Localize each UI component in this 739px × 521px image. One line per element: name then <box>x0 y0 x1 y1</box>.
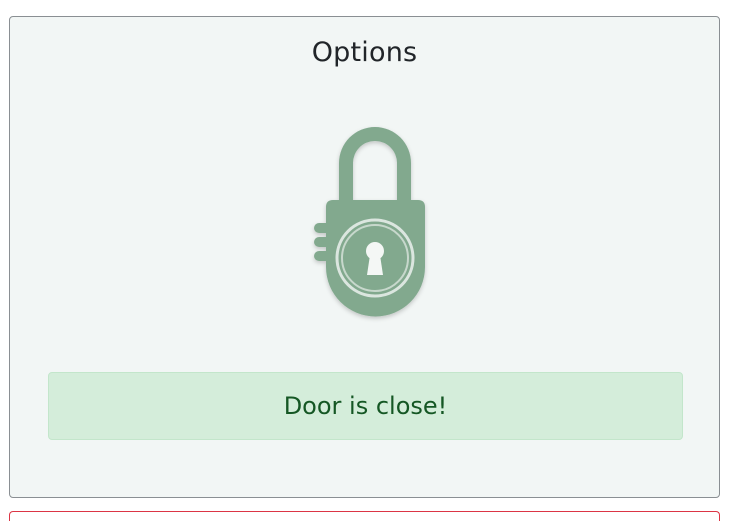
status-alert: Door is close! <box>48 372 683 440</box>
status-message: Door is close! <box>283 392 448 420</box>
padlock-icon <box>298 107 443 327</box>
next-card <box>9 511 720 521</box>
options-card: Options Door is close! <box>9 16 720 498</box>
card-title: Options <box>311 37 418 68</box>
